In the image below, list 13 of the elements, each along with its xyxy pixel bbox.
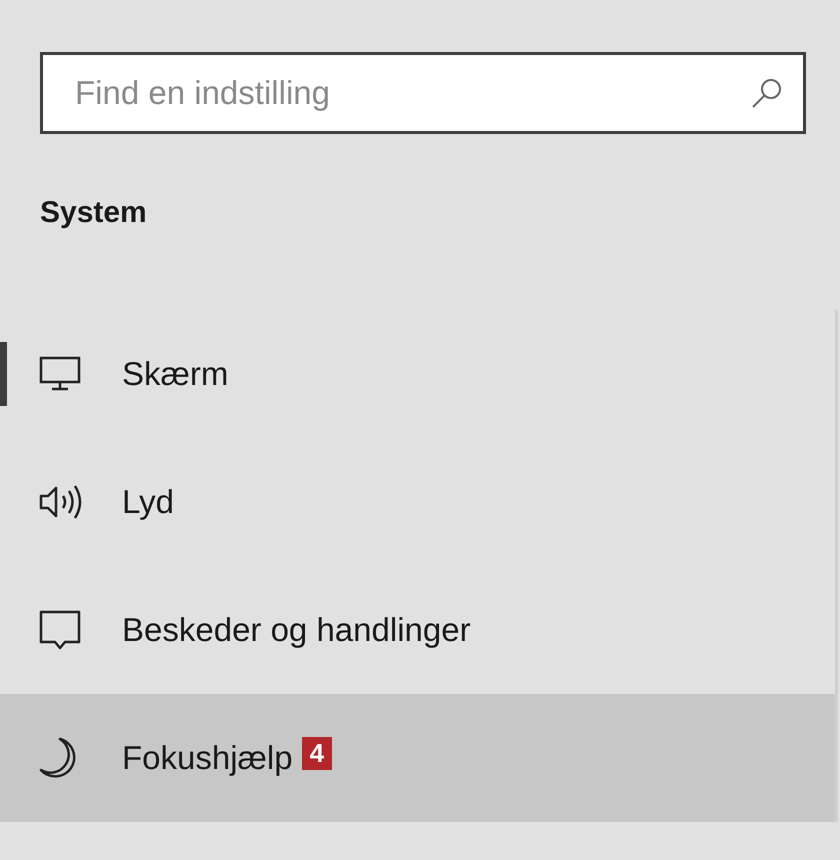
search-field[interactable]: Find en indstilling	[40, 52, 806, 134]
nav-label: Lyd	[122, 483, 174, 521]
search-icon	[750, 76, 784, 110]
nav-item[interactable]: Lyd	[0, 438, 835, 566]
nav-item[interactable]: Beskeder og handlinger	[0, 566, 835, 694]
nav-item[interactable]: Fokushjælp 4	[0, 694, 835, 822]
number-badge: 4	[302, 736, 332, 770]
nav-label: Skærm	[122, 355, 228, 393]
nav-label: Fokushjælp	[122, 739, 293, 777]
speech-bubble-icon	[38, 608, 82, 652]
section-heading: System	[40, 196, 147, 230]
nav-item[interactable]: Skærm	[0, 310, 835, 438]
nav-label: Beskeder og handlinger	[122, 611, 471, 649]
